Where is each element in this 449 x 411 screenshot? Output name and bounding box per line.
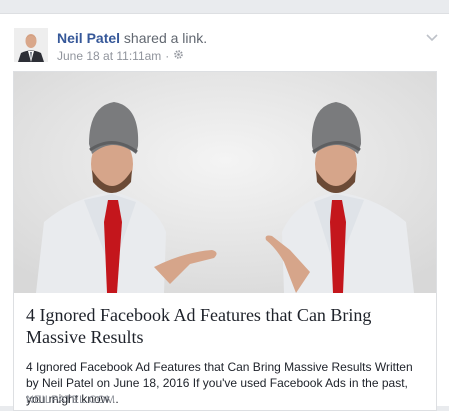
link-preview-card[interactable]: 4 Ignored Facebook Ad Features that Can … bbox=[13, 71, 437, 411]
gear-icon[interactable] bbox=[173, 49, 184, 63]
link-domain: NEILPATEL.COM bbox=[26, 394, 115, 406]
chevron-down-icon[interactable] bbox=[425, 30, 439, 42]
link-title[interactable]: 4 Ignored Facebook Ad Features that Can … bbox=[26, 304, 426, 348]
post-meta: June 18 at 11:11am · bbox=[57, 49, 184, 63]
feed-post: Neil Patel shared a link. June 18 at 11:… bbox=[0, 13, 449, 411]
post-action-text: shared a link. bbox=[123, 30, 208, 46]
author-name-link[interactable]: Neil Patel bbox=[57, 30, 120, 46]
post-timestamp-link[interactable]: June 18 at 11:11am bbox=[57, 49, 161, 63]
avatar[interactable] bbox=[14, 28, 48, 62]
link-preview-image[interactable] bbox=[14, 72, 436, 293]
post-header: Neil Patel shared a link. bbox=[57, 30, 207, 46]
meta-separator: · bbox=[165, 49, 170, 63]
